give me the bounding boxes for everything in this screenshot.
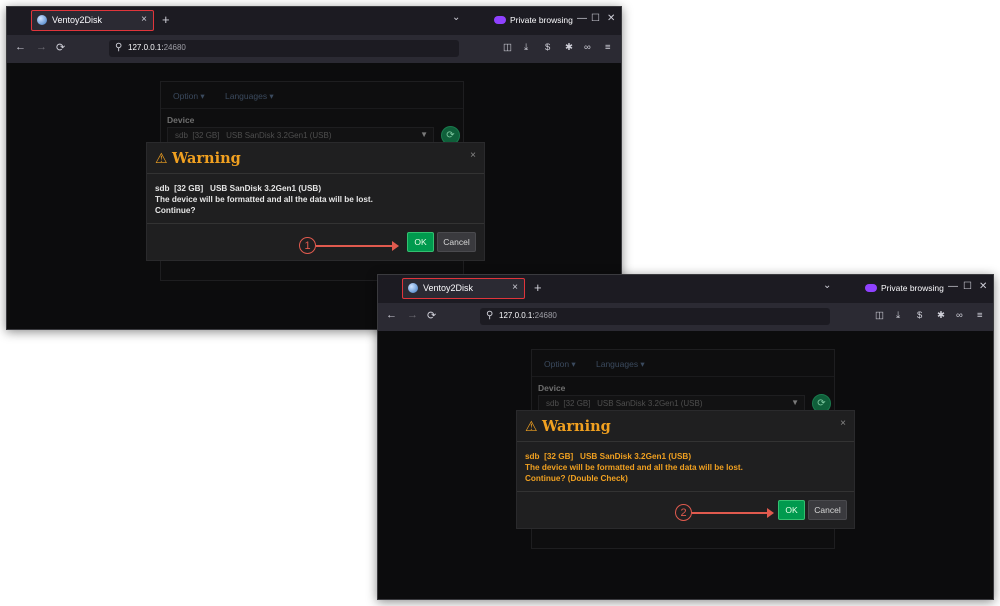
arrow-head-icon — [392, 241, 399, 251]
dialog-line-device: sdb [32 GB] USB SanDisk 3.2Gen1 (USB) — [525, 452, 692, 461]
arrow-head-icon — [767, 508, 774, 518]
cancel-button[interactable]: Cancel — [437, 232, 476, 252]
dialog-close-icon[interactable]: × — [840, 418, 846, 429]
url-host: 127.0.0.1: — [128, 43, 164, 52]
dialog-close-icon[interactable]: × — [470, 150, 476, 161]
url-port: 24680 — [534, 311, 557, 320]
reload-icon[interactable]: ⟳ — [56, 41, 65, 54]
pocket-icon[interactable]: ◫ — [503, 42, 512, 53]
tab-bar: Ventoy2Disk × + ⌄ Private browsing — ☐ ✕ — [378, 275, 993, 303]
dialog-footer: OK Cancel — [147, 223, 484, 260]
annotation-arrow-2 — [692, 508, 774, 518]
maximize-icon[interactable]: ☐ — [963, 281, 972, 292]
url-host: 127.0.0.1: — [499, 311, 535, 320]
tab-ventoy2disk[interactable]: Ventoy2Disk × — [402, 278, 525, 299]
tab-close-icon[interactable]: × — [141, 14, 147, 25]
device-select-value: sdb [32 GB] USB SanDisk 3.2Gen1 (USB) — [175, 131, 332, 140]
extensions-icon[interactable]: ✱ — [565, 42, 573, 53]
list-tabs-icon[interactable]: ⌄ — [452, 12, 460, 23]
private-window-icon[interactable]: ∞ — [584, 42, 591, 53]
download-icon[interactable]: ⤓ — [896, 310, 900, 321]
dialog-message: sdb [32 GB] USB SanDisk 3.2Gen1 (USB) Th… — [155, 183, 373, 216]
list-tabs-icon[interactable]: ⌄ — [823, 280, 831, 291]
menu-languages[interactable]: Languages ▾ — [225, 91, 274, 102]
ventoy-favicon-icon — [408, 283, 418, 293]
step-badge-1: 1 — [299, 237, 316, 254]
private-mask-icon — [865, 284, 877, 292]
minimize-icon[interactable]: — — [948, 281, 958, 292]
close-window-icon[interactable]: ✕ — [979, 281, 987, 292]
url-bar[interactable]: ⚲ 127.0.0.1:24680 — [109, 40, 459, 57]
device-label: Device — [167, 115, 195, 125]
tab-ventoy2disk[interactable]: Ventoy2Disk × — [31, 10, 154, 31]
private-window-icon[interactable]: ∞ — [956, 310, 963, 321]
nav-bar: ← → ⟳ ⚲ 127.0.0.1:24680 ◫ ⤓ $ ✱ ∞ ≡ — [378, 303, 993, 331]
dialog-line-continue: Continue? — [155, 206, 196, 215]
menu-icon[interactable]: ≡ — [977, 310, 983, 321]
private-browsing-label: Private browsing — [510, 15, 573, 25]
search-icon: ⚲ — [486, 310, 494, 321]
app-menu-bar: Option ▾ Languages ▾ — [161, 82, 463, 109]
url-port: 24680 — [163, 43, 186, 52]
dialog-line-warning: The device will be formatted and all the… — [525, 463, 743, 472]
private-mask-icon — [494, 16, 506, 24]
device-label: Device — [538, 383, 566, 393]
dialog-title: Warning — [172, 150, 241, 167]
ok-button[interactable]: OK — [407, 232, 434, 252]
pocket-icon[interactable]: ◫ — [875, 310, 884, 321]
dropdown-arrow-icon: ▼ — [420, 130, 428, 139]
browser-window-2: Ventoy2Disk × + ⌄ Private browsing — ☐ ✕… — [377, 274, 994, 600]
menu-option[interactable]: Option ▾ — [173, 91, 205, 102]
account-icon[interactable]: $ — [917, 310, 922, 321]
ok-button[interactable]: OK — [778, 500, 805, 520]
tab-title: Ventoy2Disk — [423, 283, 474, 293]
forward-icon[interactable]: → — [36, 41, 47, 53]
dialog-line-continue: Continue? (Double Check) — [525, 474, 628, 483]
url-text: 127.0.0.1:24680 — [499, 311, 557, 320]
close-window-icon[interactable]: ✕ — [607, 13, 615, 24]
warning-icon: ⚠ — [525, 418, 538, 434]
private-browsing-indicator: Private browsing — [865, 283, 944, 293]
back-icon[interactable]: ← — [15, 41, 26, 53]
tab-bar: Ventoy2Disk × + ⌄ Private browsing — ☐ ✕ — [7, 7, 621, 35]
tab-title: Ventoy2Disk — [52, 15, 103, 25]
minimize-icon[interactable]: — — [577, 13, 587, 24]
back-icon[interactable]: ← — [386, 309, 397, 321]
maximize-icon[interactable]: ☐ — [591, 13, 600, 24]
private-browsing-indicator: Private browsing — [494, 15, 573, 25]
ventoy-favicon-icon — [37, 15, 47, 25]
reload-icon[interactable]: ⟳ — [427, 309, 436, 322]
menu-languages[interactable]: Languages ▾ — [596, 359, 645, 370]
new-tab-button[interactable]: + — [534, 280, 542, 295]
dialog-message: sdb [32 GB] USB SanDisk 3.2Gen1 (USB) Th… — [525, 451, 743, 484]
menu-option[interactable]: Option ▾ — [544, 359, 576, 370]
nav-bar: ← → ⟳ ⚲ 127.0.0.1:24680 ◫ ⤓ $ ✱ ∞ ≡ — [7, 35, 621, 63]
dropdown-arrow-icon: ▼ — [791, 398, 799, 407]
cancel-button[interactable]: Cancel — [808, 500, 847, 520]
forward-icon[interactable]: → — [407, 309, 418, 321]
account-icon[interactable]: $ — [545, 42, 550, 53]
menu-icon[interactable]: ≡ — [605, 42, 611, 53]
extensions-icon[interactable]: ✱ — [937, 310, 945, 321]
dialog-header: ⚠ Warning × — [147, 143, 484, 174]
step-badge-2: 2 — [675, 504, 692, 521]
search-icon: ⚲ — [115, 42, 123, 53]
url-text: 127.0.0.1:24680 — [128, 43, 186, 52]
dialog-title: Warning — [542, 418, 611, 435]
warning-icon: ⚠ — [155, 150, 168, 166]
url-bar[interactable]: ⚲ 127.0.0.1:24680 — [480, 308, 830, 325]
annotation-arrow-1 — [316, 241, 399, 251]
dialog-line-warning: The device will be formatted and all the… — [155, 195, 373, 204]
page-content: Option ▾ Languages ▾ Device sdb [32 GB] … — [378, 331, 993, 599]
tab-close-icon[interactable]: × — [512, 282, 518, 293]
dialog-line-device: sdb [32 GB] USB SanDisk 3.2Gen1 (USB) — [155, 184, 322, 193]
private-browsing-label: Private browsing — [881, 283, 944, 293]
download-icon[interactable]: ⤓ — [524, 42, 528, 53]
dialog-header: ⚠ Warning × — [517, 411, 854, 442]
device-select-value: sdb [32 GB] USB SanDisk 3.2Gen1 (USB) — [546, 399, 703, 408]
new-tab-button[interactable]: + — [162, 12, 170, 27]
app-menu-bar: Option ▾ Languages ▾ — [532, 350, 834, 377]
